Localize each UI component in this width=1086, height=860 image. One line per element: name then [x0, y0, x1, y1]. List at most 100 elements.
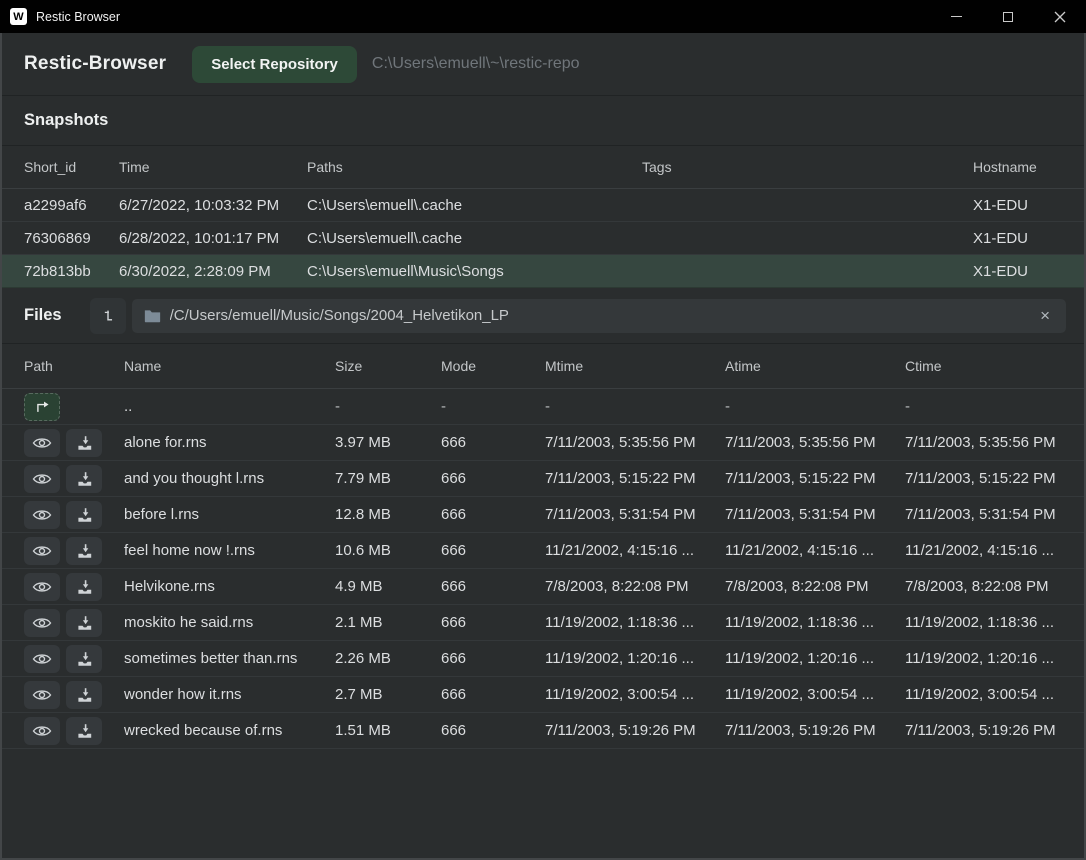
preview-file-button[interactable] [24, 681, 60, 709]
file-ctime: 11/19/2002, 3:00:54 ... [905, 686, 1084, 703]
download-file-button[interactable] [66, 645, 102, 673]
snapshot-short-id: a2299af6 [24, 197, 119, 214]
current-path-input[interactable]: /C/Users/emuell/Music/Songs/2004_Helveti… [132, 299, 1066, 333]
app-logo-icon: W [10, 8, 27, 25]
download-file-button[interactable] [66, 501, 102, 529]
file-mode: 666 [441, 434, 545, 451]
download-file-button[interactable] [66, 537, 102, 565]
snapshots-heading: Snapshots [24, 111, 108, 130]
download-icon [76, 471, 92, 487]
eye-icon [32, 688, 52, 702]
file-name: feel home now !.rns [124, 542, 335, 559]
files-bar: Files /C/Users/emuell/Music/Songs/2004_H… [2, 288, 1084, 344]
file-mtime: 11/19/2002, 1:20:16 ... [545, 650, 725, 667]
file-mtime: 7/11/2003, 5:19:26 PM [545, 722, 725, 739]
eye-icon [32, 652, 52, 666]
app-window: W Restic Browser Restic-Browser Select R… [0, 0, 1086, 860]
file-name: wrecked because of.rns [124, 722, 335, 739]
download-file-button[interactable] [66, 573, 102, 601]
column-hostname: Hostname [973, 159, 1084, 175]
parent-dir-mtime: - [545, 398, 725, 415]
clear-path-button[interactable]: × [1036, 305, 1054, 326]
maximize-icon [1003, 12, 1013, 22]
file-size: 1.51 MB [335, 722, 441, 739]
file-name: wonder how it.rns [124, 686, 335, 703]
titlebar: W Restic Browser [0, 0, 1086, 33]
snapshot-paths: C:\Users\emuell\.cache [307, 230, 642, 247]
file-size: 10.6 MB [335, 542, 441, 559]
download-icon [76, 543, 92, 559]
file-ctime: 11/21/2002, 4:15:16 ... [905, 542, 1084, 559]
tree-view-icon [99, 307, 117, 325]
snapshot-short-id: 72b813bb [24, 263, 119, 280]
tree-view-toggle-button[interactable] [90, 298, 126, 334]
repo-path-input[interactable]: C:\Users\emuell\~\restic-repo [372, 55, 580, 73]
eye-icon [32, 580, 52, 594]
window-controls [930, 0, 1086, 33]
maximize-button[interactable] [982, 0, 1034, 33]
file-size: 3.97 MB [335, 434, 441, 451]
snapshot-time: 6/27/2022, 10:03:32 PM [119, 197, 307, 214]
file-mtime: 7/8/2003, 8:22:08 PM [545, 578, 725, 595]
preview-file-button[interactable] [24, 537, 60, 565]
go-to-parent-button[interactable] [24, 393, 60, 421]
snapshot-row[interactable]: a2299af6 6/27/2022, 10:03:32 PM C:\Users… [2, 189, 1084, 222]
file-mode: 666 [441, 650, 545, 667]
preview-file-button[interactable] [24, 429, 60, 457]
file-size: 2.26 MB [335, 650, 441, 667]
download-file-button[interactable] [66, 717, 102, 745]
column-mtime: Mtime [545, 358, 725, 374]
column-path: Path [24, 358, 124, 374]
file-row: alone for.rns 3.97 MB 666 7/11/2003, 5:3… [2, 425, 1084, 461]
minimize-button[interactable] [930, 0, 982, 33]
parent-directory-row: .. - - - - - [2, 389, 1084, 425]
file-atime: 7/11/2003, 5:35:56 PM [725, 434, 905, 451]
column-time: Time [119, 159, 307, 175]
snapshots-section-header: Snapshots [2, 96, 1084, 146]
file-mtime: 11/21/2002, 4:15:16 ... [545, 542, 725, 559]
preview-file-button[interactable] [24, 717, 60, 745]
snapshot-paths: C:\Users\emuell\Music\Songs [307, 263, 642, 280]
select-repository-button[interactable]: Select Repository [192, 46, 357, 83]
snapshot-paths: C:\Users\emuell\.cache [307, 197, 642, 214]
close-icon [1054, 11, 1066, 23]
file-atime: 11/19/2002, 1:20:16 ... [725, 650, 905, 667]
file-atime: 11/21/2002, 4:15:16 ... [725, 542, 905, 559]
download-file-button[interactable] [66, 429, 102, 457]
column-short-id: Short_id [24, 159, 119, 175]
download-icon [76, 723, 92, 739]
folder-icon [144, 308, 161, 323]
file-mode: 666 [441, 614, 545, 631]
file-row: Helvikone.rns 4.9 MB 666 7/8/2003, 8:22:… [2, 569, 1084, 605]
column-tags: Tags [642, 159, 973, 175]
file-size: 2.1 MB [335, 614, 441, 631]
eye-icon [32, 724, 52, 738]
download-file-button[interactable] [66, 681, 102, 709]
preview-file-button[interactable] [24, 609, 60, 637]
snapshots-table-body: a2299af6 6/27/2022, 10:03:32 PM C:\Users… [2, 189, 1084, 288]
snapshot-row[interactable]: 72b813bb 6/30/2022, 2:28:09 PM C:\Users\… [2, 255, 1084, 288]
preview-file-button[interactable] [24, 501, 60, 529]
file-row: before l.rns 12.8 MB 666 7/11/2003, 5:31… [2, 497, 1084, 533]
download-file-button[interactable] [66, 609, 102, 637]
preview-file-button[interactable] [24, 573, 60, 601]
download-file-button[interactable] [66, 465, 102, 493]
snapshot-time: 6/28/2022, 10:01:17 PM [119, 230, 307, 247]
file-mode: 666 [441, 722, 545, 739]
preview-file-button[interactable] [24, 645, 60, 673]
file-size: 2.7 MB [335, 686, 441, 703]
file-name: sometimes better than.rns [124, 650, 335, 667]
file-atime: 11/19/2002, 3:00:54 ... [725, 686, 905, 703]
snapshot-row[interactable]: 76306869 6/28/2022, 10:01:17 PM C:\Users… [2, 222, 1084, 255]
parent-dir-atime: - [725, 398, 905, 415]
file-size: 4.9 MB [335, 578, 441, 595]
file-size: 7.79 MB [335, 470, 441, 487]
close-button[interactable] [1034, 0, 1086, 33]
preview-file-button[interactable] [24, 465, 60, 493]
snapshots-table-header: Short_id Time Paths Tags Hostname [2, 146, 1084, 189]
file-row: moskito he said.rns 2.1 MB 666 11/19/200… [2, 605, 1084, 641]
file-name: alone for.rns [124, 434, 335, 451]
file-mtime: 11/19/2002, 3:00:54 ... [545, 686, 725, 703]
file-ctime: 7/11/2003, 5:15:22 PM [905, 470, 1084, 487]
files-table-header: Path Name Size Mode Mtime Atime Ctime [2, 344, 1084, 389]
